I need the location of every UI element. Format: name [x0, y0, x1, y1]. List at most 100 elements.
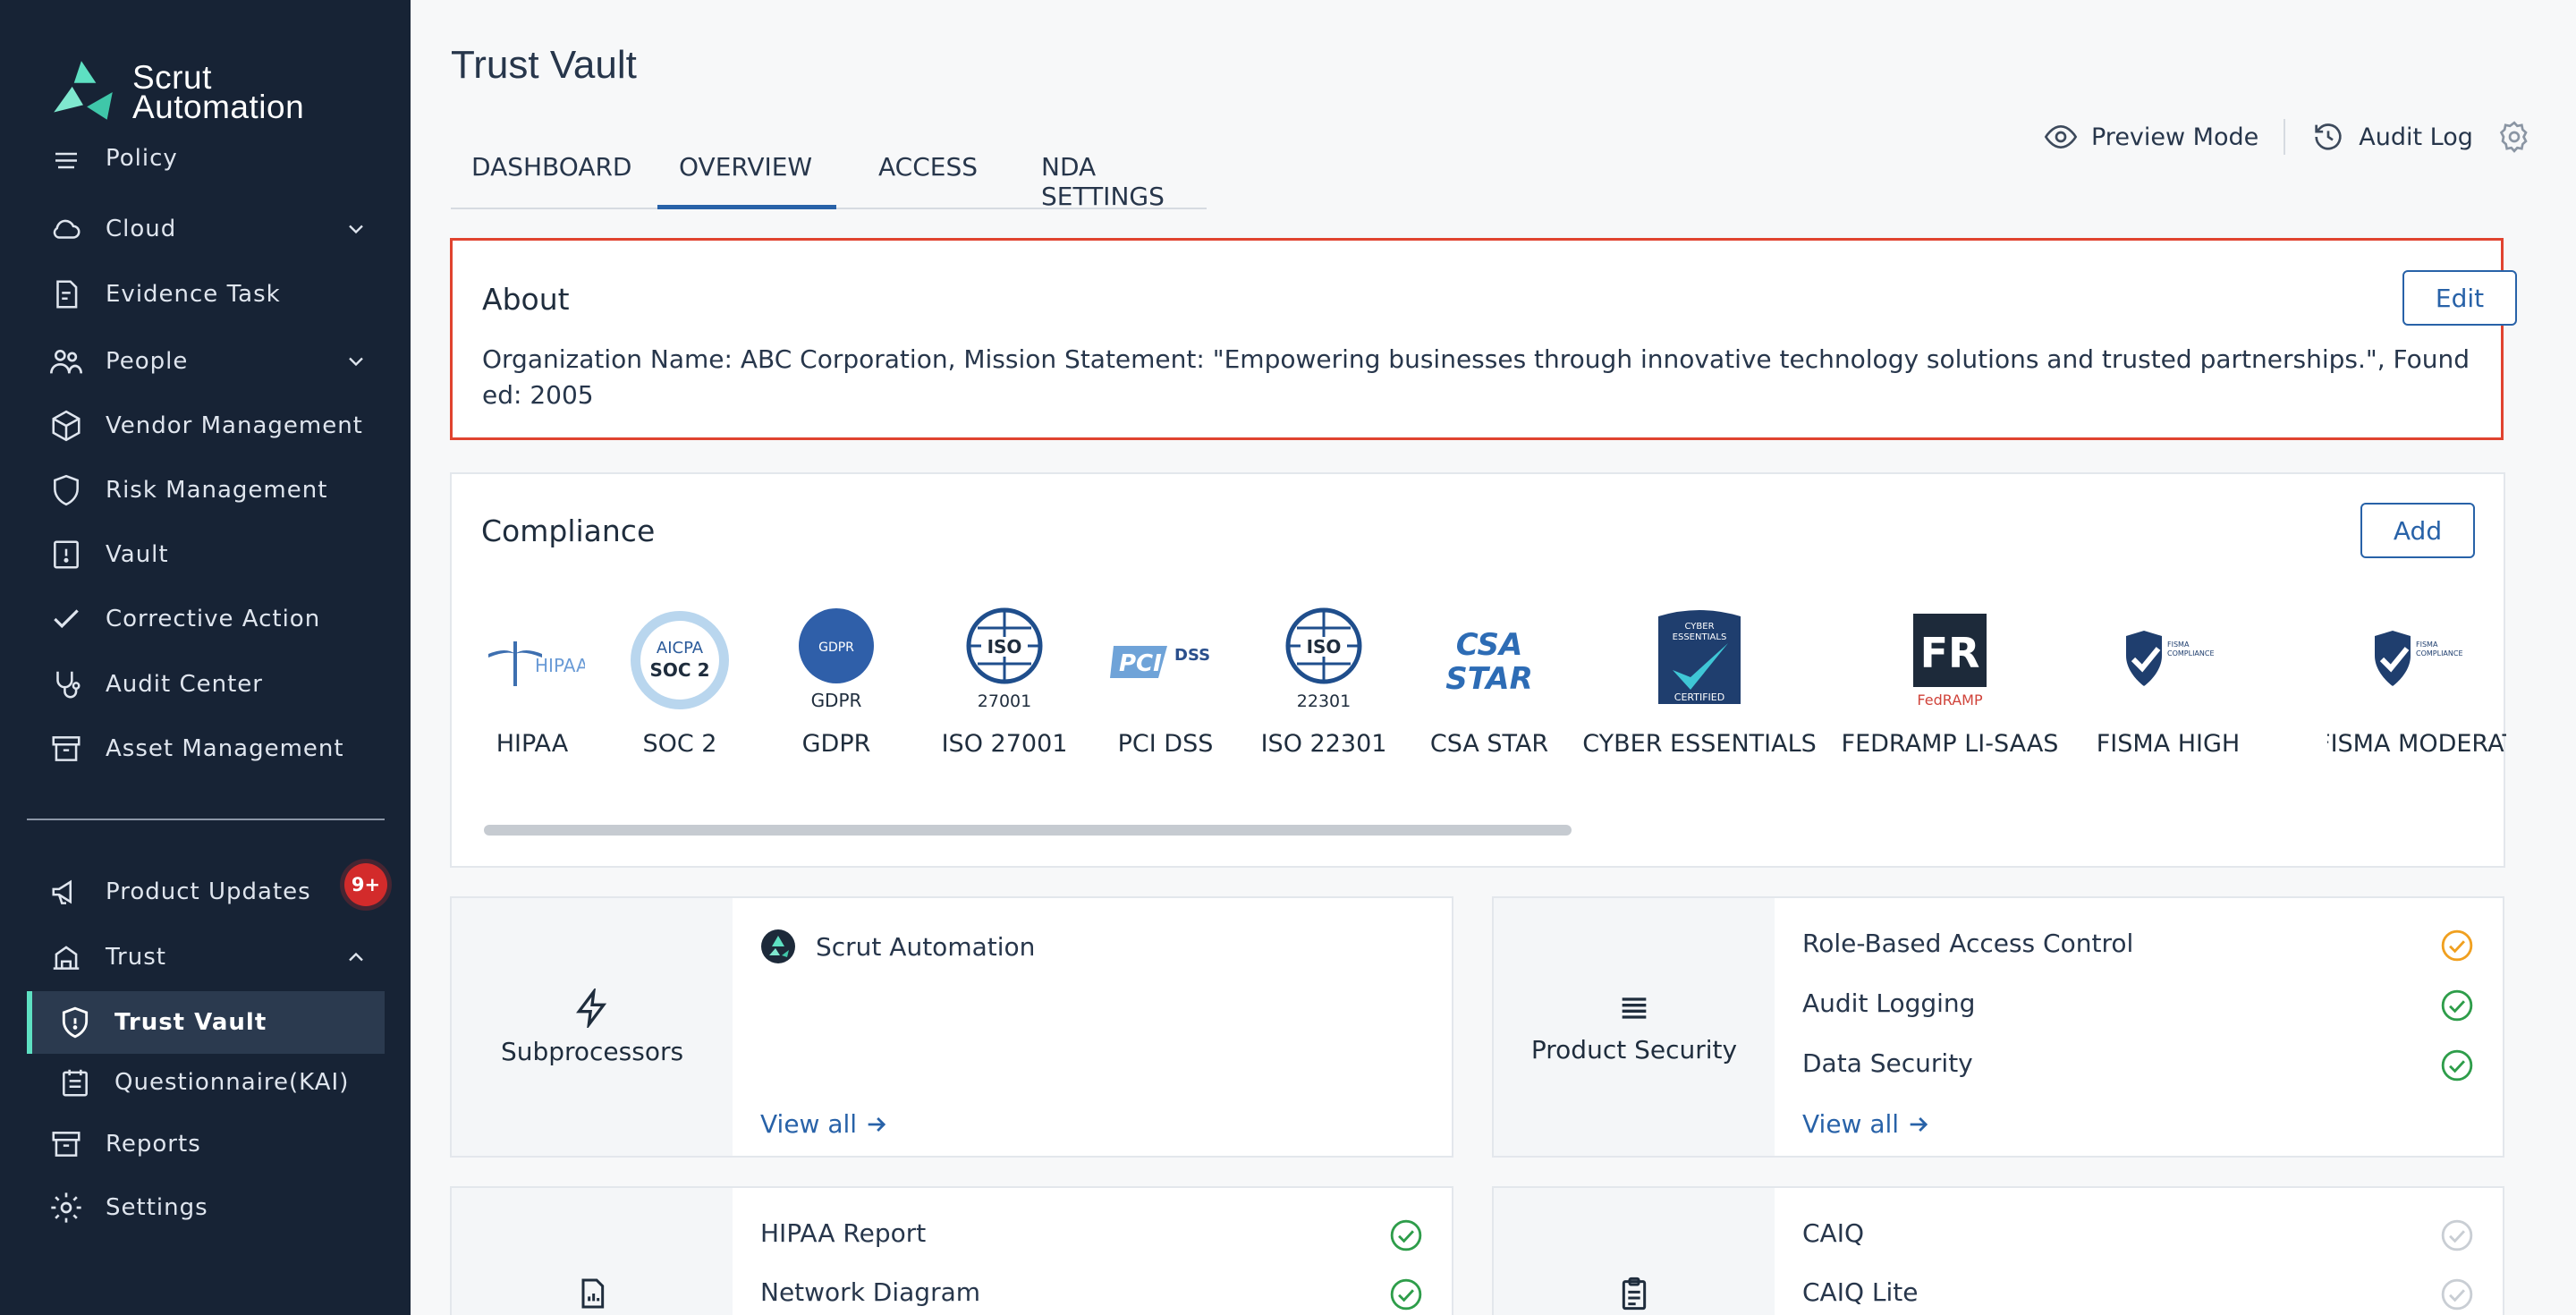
svg-text:27001: 27001	[978, 691, 1031, 711]
documents-header[interactable]	[452, 1188, 733, 1315]
clipboard-icon	[1622, 1277, 1647, 1311]
shield-icon	[47, 471, 86, 510]
sidebar-item-vendor-management[interactable]: Vendor Management	[47, 401, 369, 451]
tab-dashboard[interactable]: DASHBOARD	[451, 141, 644, 209]
sidebar-item-risk-management[interactable]: Risk Management	[47, 465, 369, 515]
cert-cyber-essentials[interactable]: CYBER ESSENTIALS CERTIFIED CYBER ESSENTIAL…	[1582, 607, 1817, 758]
evidence-task-icon	[47, 275, 86, 314]
list-item[interactable]: CAIQ	[1802, 1218, 1864, 1248]
sidebar-item-questionnaire[interactable]: Questionnaire(KAI)	[55, 1057, 377, 1107]
cert-label: PCI DSS	[1117, 730, 1214, 758]
sidebar-item-reports[interactable]: Reports	[47, 1119, 369, 1169]
gear-icon[interactable]	[2496, 119, 2532, 155]
subprocessors-header[interactable]: Subprocessors	[452, 898, 733, 1156]
lightning-icon	[576, 988, 607, 1028]
sidebar-item-vault[interactable]: Vault	[47, 530, 369, 580]
sidebar-item-cloud[interactable]: Cloud	[47, 204, 369, 254]
sidebar-item-corrective-action[interactable]: Corrective Action	[47, 594, 369, 644]
vendor-icon	[47, 406, 86, 445]
arrow-right-icon	[1910, 1116, 1928, 1132]
cert-label: CSA STAR	[1429, 730, 1549, 758]
cert-label: CYBER ESSENTIALS	[1582, 730, 1817, 758]
cert-csa-star[interactable]: CSA STAR CSA STAR	[1429, 607, 1549, 758]
cert-hipaa[interactable]: HIPAA HIPAA	[479, 607, 586, 758]
svg-text:STAR: STAR	[1445, 661, 1533, 696]
stethoscope-icon	[47, 665, 86, 704]
list-item[interactable]: Network Diagram	[760, 1277, 980, 1307]
tab-nda-settings[interactable]: NDA SETTINGS	[1041, 141, 1220, 211]
brand-line2: Automation	[132, 89, 305, 125]
cert-label: ISO 27001	[941, 730, 1068, 758]
svg-text:CYBER: CYBER	[1684, 622, 1714, 632]
gear-icon	[47, 1188, 86, 1227]
cert-gdpr[interactable]: GDPR GDPR GDPR	[783, 607, 890, 758]
calendar-icon	[55, 1063, 95, 1102]
preview-mode-button[interactable]: Preview Mode	[2043, 119, 2258, 155]
archive-icon	[47, 1124, 86, 1164]
chevron-down-icon[interactable]	[343, 349, 369, 374]
sidebar-item-people[interactable]: People	[47, 336, 369, 386]
sidebar-item-product-updates[interactable]: Product Updates	[47, 867, 369, 917]
product-security-title: Product Security	[1530, 1034, 1738, 1065]
list-item: Scrut Automation	[760, 929, 1035, 964]
iso-logo-icon: ISO 27001	[960, 607, 1049, 714]
sidebar-item-label: Vendor Management	[106, 412, 363, 439]
subprocessor-name: Scrut Automation	[816, 931, 1036, 962]
svg-text:CERTIFIED: CERTIFIED	[1674, 691, 1724, 703]
sidebar-item-trust-vault[interactable]: Trust Vault	[55, 997, 377, 1048]
view-all-link[interactable]: View all	[1802, 1109, 1931, 1139]
sidebar-item-label: Questionnaire(KAI)	[114, 1069, 350, 1096]
iso-logo-icon: ISO 22301	[1279, 607, 1368, 714]
hipaa-logo-icon: HIPAA	[479, 607, 585, 714]
sidebar-item-asset-management[interactable]: Asset Management	[47, 724, 369, 774]
cert-iso27001[interactable]: ISO 27001 ISO 27001	[942, 607, 1067, 758]
svg-text:FR: FR	[1920, 629, 1980, 677]
add-button[interactable]: Add	[2360, 503, 2475, 558]
list-item[interactable]: CAIQ Lite	[1802, 1277, 1919, 1307]
cert-label: GDPR	[801, 730, 871, 758]
audit-log-label: Audit Log	[2359, 123, 2473, 151]
audit-log-button[interactable]: Audit Log	[2310, 119, 2473, 155]
about-card: About Edit Organization Name: ABC Corpor…	[450, 238, 2517, 440]
edit-button[interactable]: Edit	[2402, 270, 2517, 326]
sidebar-item-policy[interactable]: Policy	[47, 147, 369, 182]
policy-icon	[47, 147, 86, 182]
notification-badge: 9+	[344, 863, 387, 906]
chevron-down-icon[interactable]	[343, 216, 369, 242]
product-security-header[interactable]: Product Security	[1494, 898, 1775, 1156]
csa-star-logo-icon: CSA STAR	[1436, 607, 1543, 714]
cert-fisma-high[interactable]: FISMA COMPLIANCE FISMA HIGH	[2097, 607, 2240, 758]
people-icon	[47, 342, 86, 381]
sidebar-item-label: Evidence Task	[106, 281, 281, 308]
sidebar-item-audit-center[interactable]: Audit Center	[47, 659, 369, 709]
inactive-check-icon	[2441, 1278, 2473, 1311]
about-title: About	[482, 282, 570, 317]
view-all-link[interactable]: View all	[760, 1109, 889, 1139]
security-item-label: Data Security	[1802, 1048, 1973, 1078]
compliance-title: Compliance	[481, 513, 656, 548]
svg-text:GDPR: GDPR	[811, 690, 862, 711]
horizontal-scrollbar[interactable]	[484, 825, 1572, 836]
list-icon	[1622, 997, 1647, 1019]
chevron-up-icon[interactable]	[343, 945, 369, 970]
sidebar-item-evidence-task[interactable]: Evidence Task	[47, 269, 369, 319]
brand-logo[interactable]: Scrut Automation	[47, 55, 304, 129]
security-item-label: Role-Based Access Control	[1802, 929, 2134, 958]
questionnaires-header[interactable]	[1494, 1188, 1775, 1315]
shield-lock-icon	[55, 1003, 95, 1042]
preview-mode-label: Preview Mode	[2091, 123, 2259, 151]
cert-iso22301[interactable]: ISO 22301 ISO 22301	[1261, 607, 1386, 758]
tab-access[interactable]: ACCESS	[878, 141, 1004, 209]
tab-overview[interactable]: OVERVIEW	[657, 141, 836, 209]
cert-fedramp[interactable]: FR FedRAMP FEDRAMP LI-SAAS	[1842, 607, 2058, 758]
cert-soc2[interactable]: AICPA SOC 2 SOC 2	[626, 607, 733, 758]
history-icon	[2315, 123, 2342, 150]
list-item[interactable]: HIPAA Report	[760, 1218, 926, 1248]
success-check-icon	[1390, 1278, 1422, 1311]
view-all-label: View all	[760, 1109, 858, 1139]
sidebar-item-settings[interactable]: Settings	[47, 1183, 369, 1233]
pending-check-icon	[2441, 929, 2473, 962]
sidebar-item-trust[interactable]: Trust	[47, 932, 369, 982]
cert-fisma-moderate[interactable]: FISMACOMPLIANCE FISMA MODERAT	[2327, 607, 2506, 758]
cert-pci-dss[interactable]: PCI DSS PCI DSS	[1110, 607, 1221, 758]
